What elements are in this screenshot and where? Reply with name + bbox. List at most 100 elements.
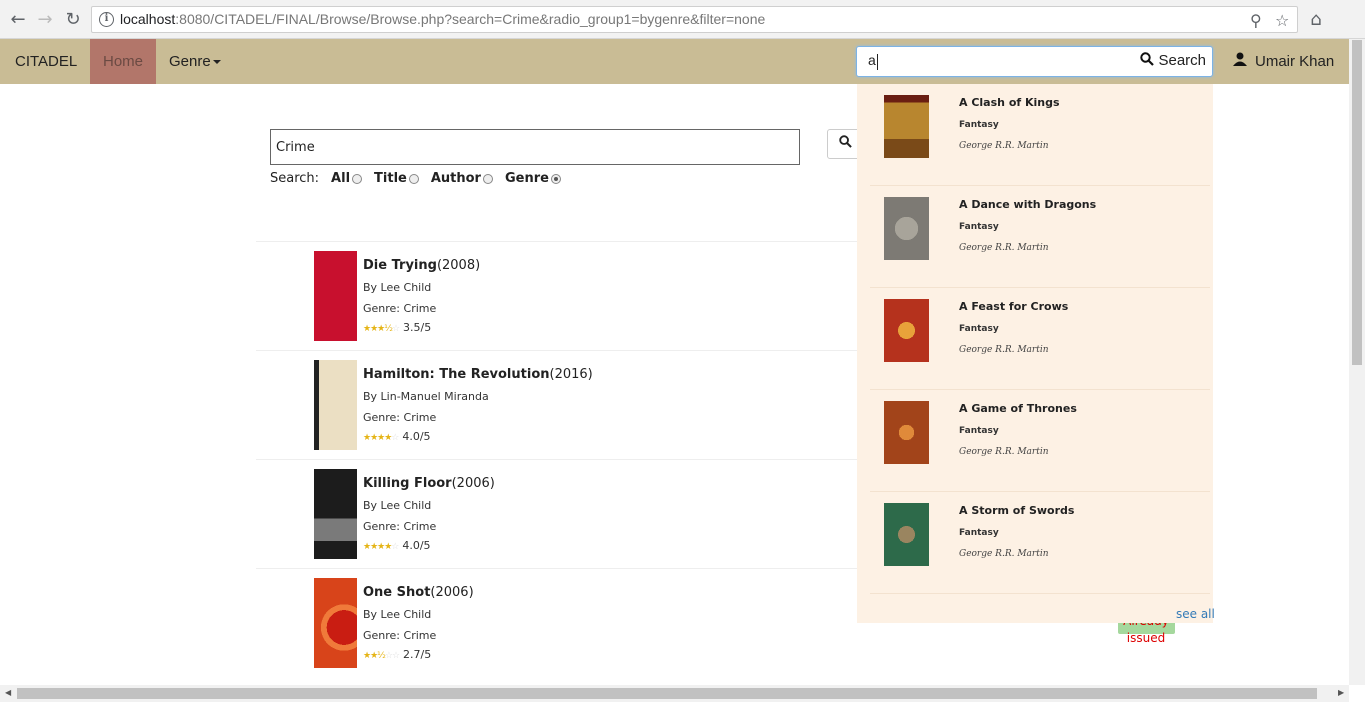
- radio-all[interactable]: All: [331, 171, 363, 186]
- suggestion-cover: [884, 401, 929, 464]
- suggestion-item[interactable]: A Game of Thrones Fantasy George R.R. Ma…: [870, 390, 1210, 492]
- browser-toolbar: ← → ↻ i localhost:8080/CITADEL/FINAL/Bro…: [0, 0, 1365, 39]
- suggestion-title: A Storm of Swords: [959, 504, 1075, 517]
- extension-icon[interactable]: ⌂: [1306, 9, 1326, 30]
- radio-title[interactable]: Title: [374, 171, 419, 186]
- navbar-search-label: Search: [1158, 52, 1206, 69]
- star-rating-icon: ★★★½☆: [363, 324, 400, 334]
- book-genre: Genre: Crime: [363, 411, 437, 424]
- book-rating: ★★★½☆ 3.5/5: [363, 321, 480, 334]
- book-cover[interactable]: [314, 251, 357, 341]
- navbar-search-button[interactable]: Search: [1140, 52, 1206, 69]
- book-rating: ★★★★☆ 4.0/5: [363, 430, 593, 443]
- info-icon[interactable]: i: [99, 12, 114, 27]
- book-cover[interactable]: [314, 578, 357, 668]
- search-icon: [1140, 52, 1155, 66]
- radio-genre[interactable]: Genre: [505, 171, 561, 186]
- suggestion-item[interactable]: A Clash of Kings Fantasy George R.R. Mar…: [870, 84, 1210, 186]
- book-cover[interactable]: [314, 469, 357, 559]
- nav-genre-label: Genre: [169, 53, 211, 70]
- search-input[interactable]: Crime: [270, 129, 800, 165]
- suggestion-author: George R.R. Martin: [959, 549, 1049, 559]
- suggestion-cover: [884, 503, 929, 566]
- book-title[interactable]: Die Trying(2008): [363, 258, 480, 273]
- suggestion-genre: Fantasy: [959, 120, 999, 130]
- suggestion-item[interactable]: A Dance with Dragons Fantasy George R.R.…: [870, 186, 1210, 288]
- forward-icon[interactable]: →: [35, 9, 55, 30]
- reload-icon[interactable]: ↻: [63, 9, 83, 30]
- back-icon[interactable]: ←: [8, 9, 28, 30]
- rating-value: 4.0/5: [402, 430, 431, 443]
- suggestion-title: A Clash of Kings: [959, 96, 1060, 109]
- book-author: By Lee Child: [363, 281, 432, 294]
- radio-all-label: All: [331, 171, 351, 186]
- book-author: By Lee Child: [363, 608, 432, 621]
- star-rating-icon: ★★★★☆: [363, 433, 399, 443]
- caret-down-icon: [212, 60, 221, 65]
- suggestion-author: George R.R. Martin: [959, 447, 1049, 457]
- vertical-scrollbar[interactable]: [1349, 39, 1365, 685]
- user-menu[interactable]: Umair Khan: [1233, 52, 1334, 70]
- scroll-left-icon[interactable]: ◀: [5, 688, 11, 697]
- navbar-search-value: a: [868, 52, 876, 68]
- vertical-scroll-thumb[interactable]: [1352, 40, 1362, 365]
- horizontal-scroll-thumb[interactable]: [17, 688, 1317, 699]
- suggestion-cover: [884, 197, 929, 260]
- rating-value: 2.7/5: [403, 648, 432, 661]
- nav-home[interactable]: Home: [90, 39, 156, 84]
- suggestion-author: George R.R. Martin: [959, 141, 1049, 151]
- brand-link[interactable]: CITADEL: [15, 53, 77, 70]
- suggestion-item[interactable]: A Feast for Crows Fantasy George R.R. Ma…: [870, 288, 1210, 390]
- radio-button[interactable]: [352, 173, 363, 184]
- zoom-icon[interactable]: ⚲: [1250, 11, 1262, 30]
- book-cover[interactable]: [314, 360, 357, 450]
- book-year: (2006): [451, 476, 495, 491]
- book-genre: Genre: Crime: [363, 629, 437, 642]
- suggestion-title: A Game of Thrones: [959, 402, 1077, 415]
- search-filter-options: Search: All Title Author Genre: [270, 171, 561, 186]
- book-author: By Lin-Manuel Miranda: [363, 390, 489, 403]
- suggestion-genre: Fantasy: [959, 324, 999, 334]
- suggestion-genre: Fantasy: [959, 426, 999, 436]
- book-title-text: One Shot: [363, 585, 431, 600]
- text-cursor: [877, 54, 878, 70]
- address-bar[interactable]: i localhost:8080/CITADEL/FINAL/Browse/Br…: [91, 6, 1298, 33]
- radio-author[interactable]: Author: [431, 171, 493, 186]
- book-title-text: Hamilton: The Revolution: [363, 367, 550, 382]
- book-year: (2008): [436, 258, 481, 273]
- navbar-search-input[interactable]: a Search: [856, 46, 1213, 77]
- star-rating-icon: ★★★★☆: [363, 542, 399, 552]
- book-year: (2016): [549, 367, 593, 382]
- nav-genre-dropdown[interactable]: Genre: [169, 53, 221, 70]
- radio-button[interactable]: [482, 173, 493, 184]
- search-value: Crime: [276, 140, 315, 155]
- search-icon: [839, 135, 852, 148]
- suggestion-cover: [884, 299, 929, 362]
- url-text: localhost:8080/CITADEL/FINAL/Browse/Brow…: [120, 11, 766, 27]
- book-rating: ★★½☆☆ 2.7/5: [363, 648, 474, 661]
- scroll-right-icon[interactable]: ▶: [1338, 688, 1344, 697]
- book-title[interactable]: One Shot(2006): [363, 585, 474, 600]
- radio-button[interactable]: [408, 173, 419, 184]
- book-title[interactable]: Hamilton: The Revolution(2016): [363, 367, 593, 382]
- bookmark-star-icon[interactable]: ☆: [1275, 11, 1289, 30]
- star-rating-icon: ★★½☆☆: [363, 651, 400, 661]
- radio-title-label: Title: [374, 171, 407, 186]
- horizontal-scrollbar[interactable]: ◀ ▶: [0, 685, 1349, 702]
- see-all-link[interactable]: see all: [1176, 607, 1215, 621]
- suggestion-genre: Fantasy: [959, 222, 999, 232]
- suggestion-item[interactable]: A Storm of Swords Fantasy George R.R. Ma…: [870, 492, 1210, 594]
- book-title[interactable]: Killing Floor(2006): [363, 476, 495, 491]
- book-year: (2006): [430, 585, 474, 600]
- suggestion-title: A Dance with Dragons: [959, 198, 1097, 211]
- book-title-text: Die Trying: [363, 258, 437, 273]
- radio-genre-label: Genre: [504, 171, 549, 186]
- book-genre: Genre: Crime: [363, 302, 437, 315]
- radio-button-selected[interactable]: [550, 173, 561, 184]
- suggestion-author: George R.R. Martin: [959, 345, 1049, 355]
- search-suggestions-dropdown: A Clash of Kings Fantasy George R.R. Mar…: [857, 84, 1213, 623]
- rating-value: 3.5/5: [403, 321, 432, 334]
- rating-value: 4.0/5: [402, 539, 431, 552]
- user-name: Umair Khan: [1255, 53, 1335, 70]
- book-author: By Lee Child: [363, 499, 432, 512]
